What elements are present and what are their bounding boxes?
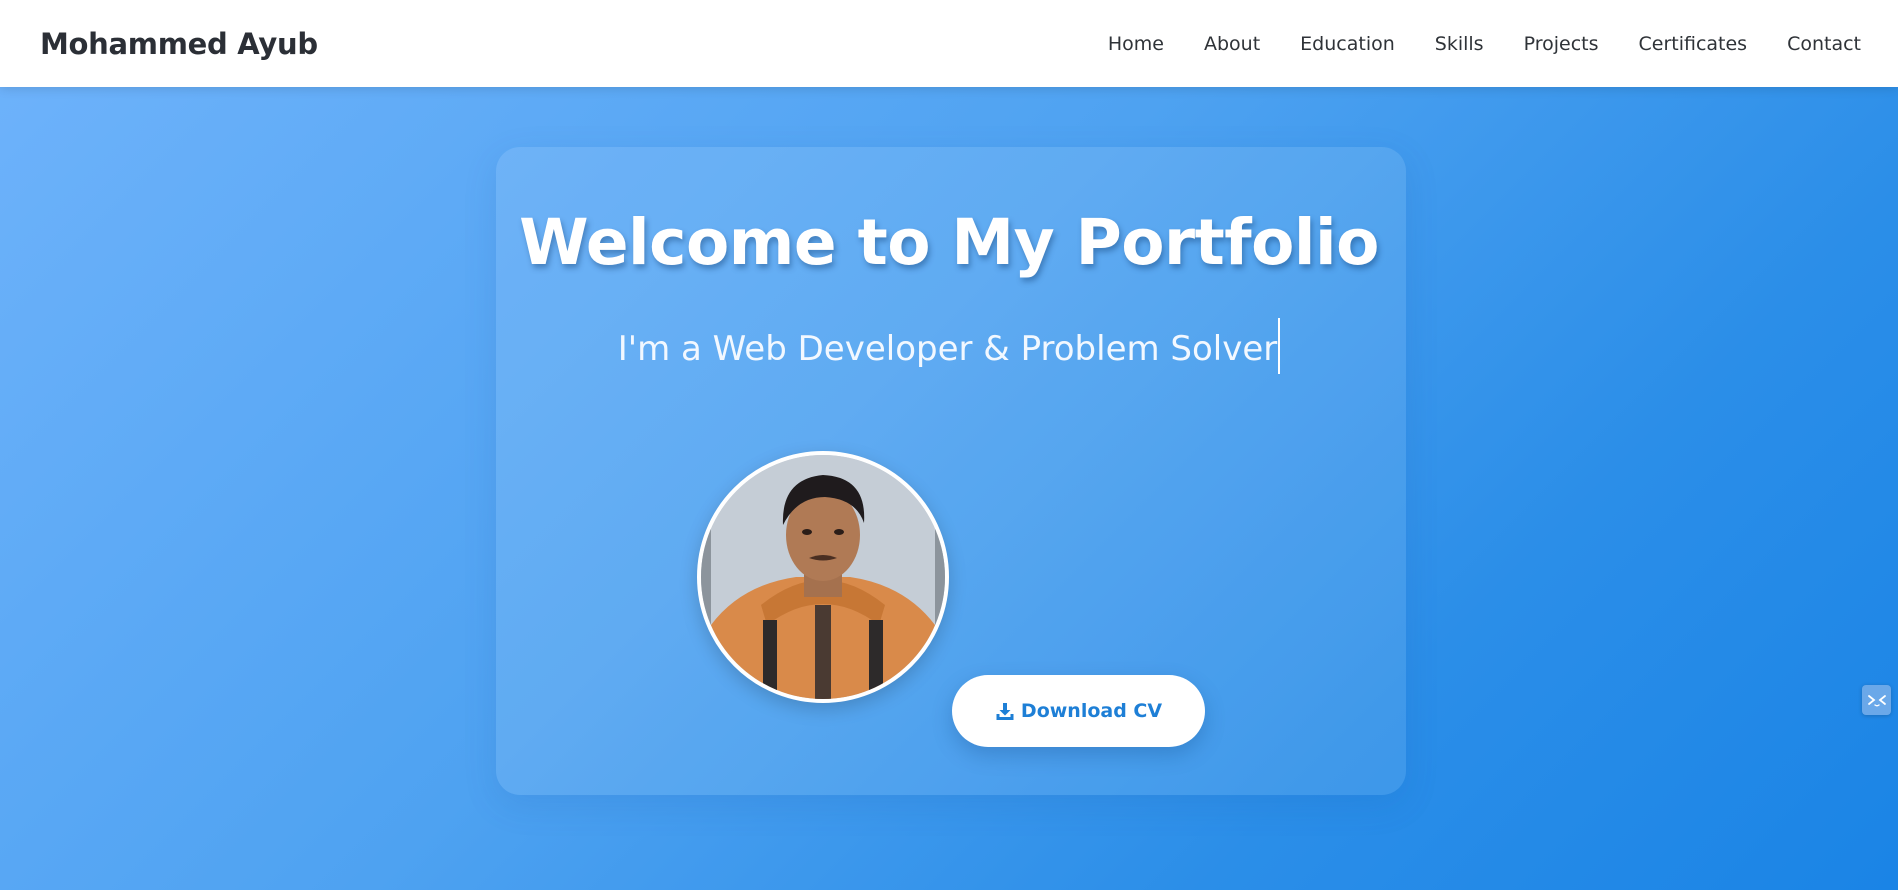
code-chat-icon: [1867, 695, 1886, 707]
download-cv-label: Download CV: [1020, 700, 1163, 722]
nav-link-certificates[interactable]: Certificates: [1638, 33, 1747, 55]
nav-link-education[interactable]: Education: [1300, 33, 1395, 55]
navbar: Mohammed Ayub Home About Education Skill…: [0, 0, 1898, 87]
nav-link-projects[interactable]: Projects: [1524, 33, 1599, 55]
hero-subtitle: I'm a Web Developer & Problem Solver: [617, 329, 1278, 369]
profile-photo: [697, 451, 949, 703]
hero-title: Welcome to My Portfolio: [519, 206, 1379, 279]
nav-link-contact[interactable]: Contact: [1787, 33, 1861, 55]
hero-subtitle-line: I'm a Web Developer & Problem Solver: [0, 318, 1898, 374]
nav-link-about[interactable]: About: [1204, 33, 1260, 55]
profile-photo-illustration: [701, 455, 945, 699]
nav-link-skills[interactable]: Skills: [1435, 33, 1484, 55]
typing-cursor: [1278, 318, 1281, 374]
nav-links: Home About Education Skills Projects Cer…: [1068, 33, 1861, 55]
nav-link-home[interactable]: Home: [1108, 33, 1164, 55]
floating-widget[interactable]: [1862, 685, 1891, 715]
brand-name[interactable]: Mohammed Ayub: [40, 27, 318, 61]
download-cv-button[interactable]: Download CV: [952, 675, 1205, 747]
download-icon: [995, 701, 1015, 721]
